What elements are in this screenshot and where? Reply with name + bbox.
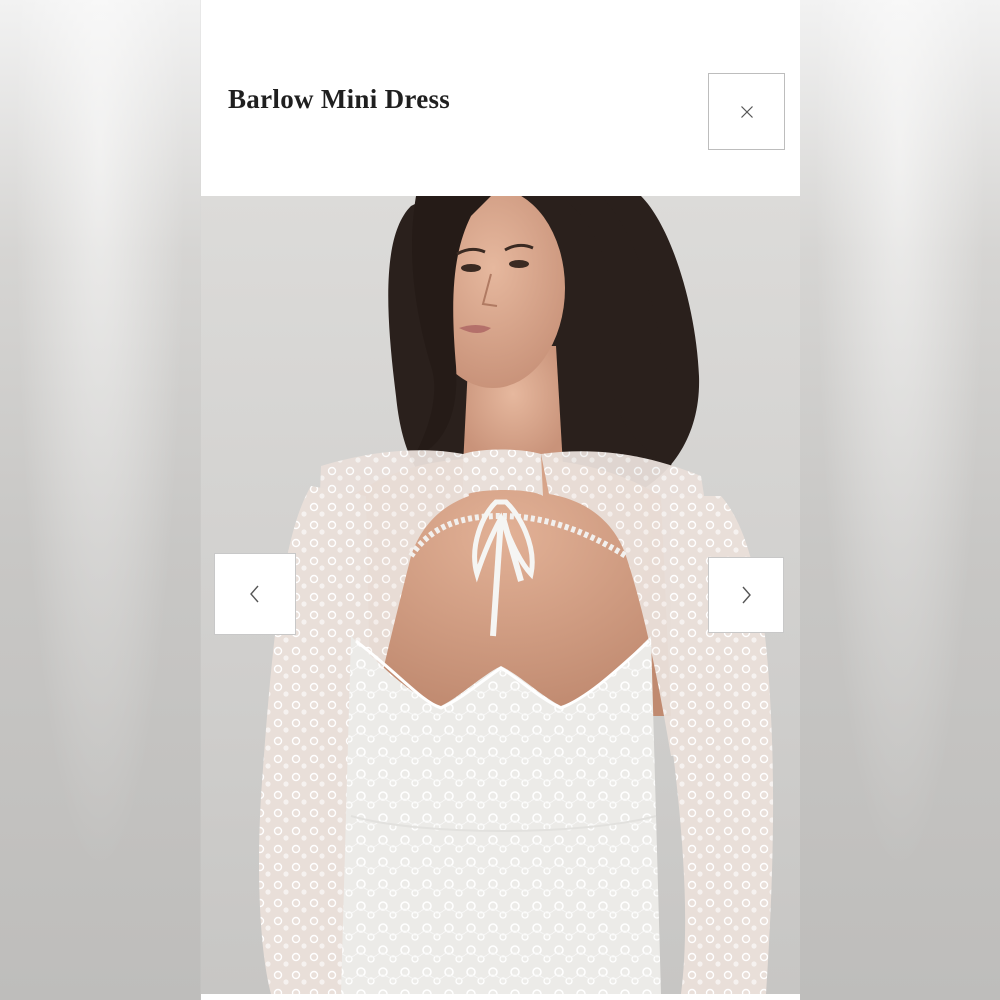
backdrop-right [800, 0, 1000, 1000]
previous-image-button[interactable] [214, 553, 296, 635]
chevron-right-icon [742, 586, 751, 604]
product-modal: Barlow Mini Dress [201, 0, 800, 1000]
modal-bottom-edge [201, 994, 800, 1000]
chevron-left-icon [250, 585, 259, 603]
backdrop-left [0, 0, 200, 1000]
close-icon [740, 105, 753, 118]
close-button[interactable] [708, 73, 785, 150]
product-title: Barlow Mini Dress [228, 84, 451, 114]
next-image-button[interactable] [708, 557, 784, 633]
product-image [201, 196, 800, 994]
modal-header: Barlow Mini Dress [201, 0, 800, 196]
